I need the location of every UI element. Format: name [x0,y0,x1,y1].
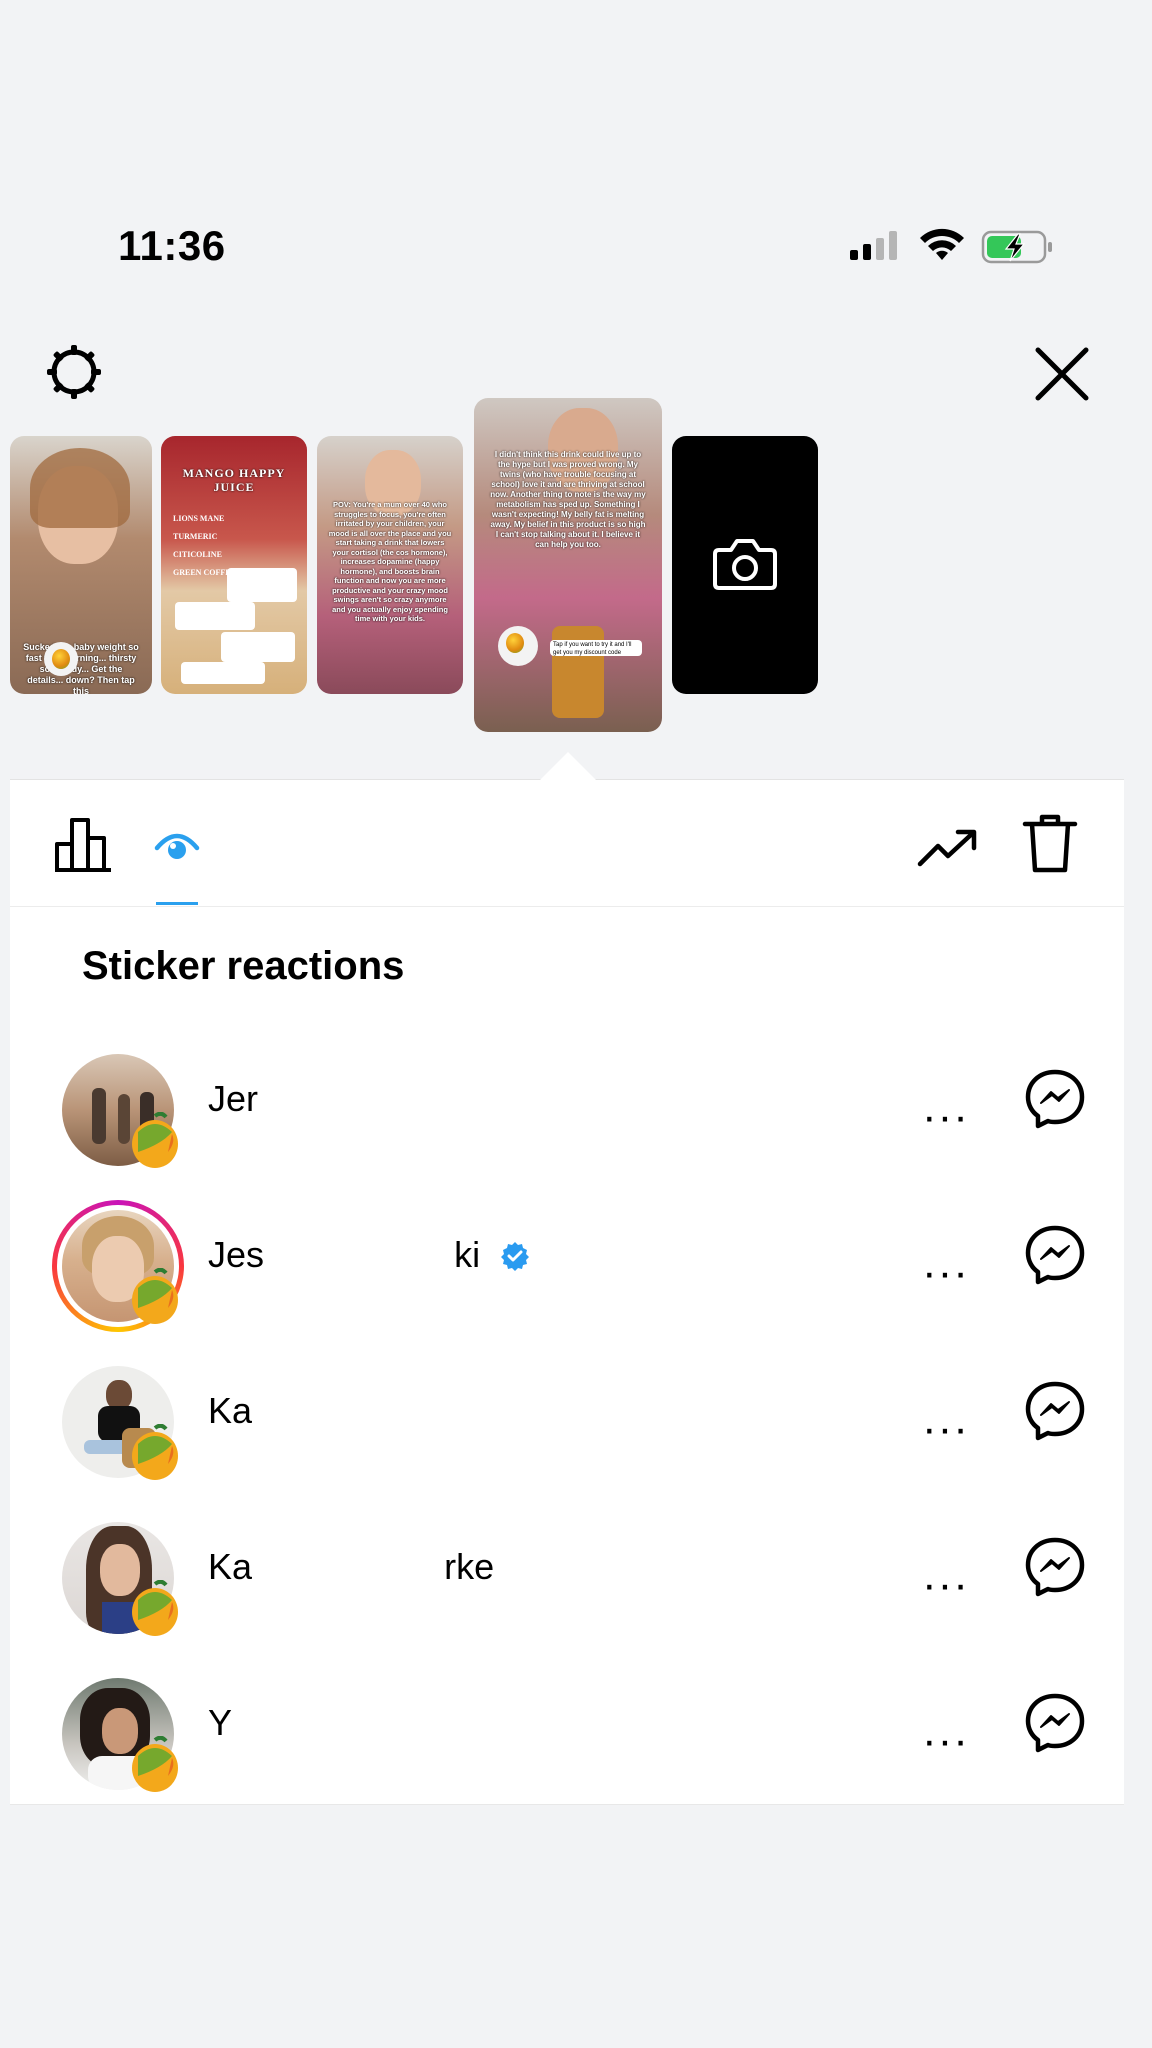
messenger-icon [1025,1225,1085,1285]
mango-icon [132,1268,178,1324]
mango-icon [132,1424,178,1480]
thumbnail-caption: POV: You're a mum over 40 who struggles … [328,500,452,623]
thumbnail-comment [181,662,265,684]
story-thumbnail[interactable]: Sucked the baby weight so fast this morn… [10,436,152,694]
user-name: Jessica Kowalski [208,1234,530,1276]
story-thumbnail-selected[interactable]: I didn't think this drink could live up … [474,398,662,732]
gear-icon [47,345,101,399]
viewers-tab[interactable] [152,826,202,871]
messenger-icon [1025,1381,1085,1441]
reaction-row[interactable]: Jessica Kowalski ··· [10,1200,1124,1356]
avatar[interactable] [52,1200,184,1332]
trash-icon [1022,814,1078,873]
message-button[interactable] [1024,1224,1086,1291]
user-name: YANNO [208,1702,337,1744]
trending-up-icon [917,829,977,867]
message-button[interactable] [1024,1692,1086,1759]
add-story-camera[interactable] [672,436,818,694]
more-options-button[interactable]: ··· [922,1716,969,1766]
messenger-icon [1025,1537,1085,1597]
status-time: 11:36 [118,222,226,269]
avatar[interactable] [52,1356,178,1482]
story-thumbnail[interactable]: MANGO HAPPY JUICE LIONS MANE TURMERIC CI… [161,436,307,694]
boost-button[interactable] [916,826,980,875]
user-name: Kassandra Clarke [208,1546,495,1588]
mango-icon [132,1112,178,1168]
section-title: Sticker reactions [82,944,405,988]
more-options-button[interactable]: ··· [922,1248,969,1298]
avatar[interactable] [52,1044,178,1170]
thumbnail-comment [175,602,255,630]
divider [10,906,1124,907]
mango-icon [132,1736,178,1792]
story-thumbnail[interactable]: POV: You're a mum over 40 who struggles … [317,436,463,694]
close-icon [1035,347,1089,401]
settings-button[interactable] [42,340,106,409]
thumbnail-caption: Sucked the baby weight so fast this morn… [23,642,139,694]
user-name: Karen Marley [208,1390,423,1432]
close-button[interactable] [1032,344,1092,409]
mango-icon [498,626,538,666]
user-name: Jernnifer Farrell [208,1078,461,1120]
thumbnail-caption: I didn't think this drink could live up … [490,450,646,549]
more-options-button[interactable]: ··· [922,1560,969,1610]
avatar[interactable] [52,1668,178,1794]
insights-tab[interactable] [52,814,114,879]
reaction-row[interactable]: Jernnifer Farrell ··· [10,1044,1124,1200]
bar-chart-icon [55,818,111,872]
message-button[interactable] [1024,1068,1086,1135]
thumbnail-hair [30,448,130,528]
reaction-row[interactable]: Karen Marley ··· [10,1356,1124,1512]
wifi-icon [920,228,964,260]
message-button[interactable] [1024,1536,1086,1603]
divider [10,1804,1124,1805]
selection-caret [538,752,598,782]
messenger-icon [1025,1693,1085,1753]
message-button[interactable] [1024,1380,1086,1447]
messenger-icon [1025,1069,1085,1129]
camera-icon [713,539,777,590]
thumbnail-comment [227,568,297,602]
more-options-button[interactable]: ··· [922,1092,969,1142]
cellular-signal-icon [850,231,897,260]
thumbnail-caption: MANGO HAPPY JUICE [182,466,286,494]
thumbnail-link-button: Tap if you want to try it and I'll get y… [550,640,642,656]
more-options-button[interactable]: ··· [922,1404,969,1454]
battery-icon [981,230,1052,264]
eye-icon [154,833,200,859]
mango-icon [44,642,78,676]
mango-icon [132,1580,178,1636]
avatar[interactable] [52,1512,178,1638]
status-icons [850,228,1060,268]
verified-badge-icon [501,1242,530,1271]
thumbnail-comment [221,632,295,662]
reaction-row[interactable]: YANNO ··· [10,1668,1124,1824]
reaction-row[interactable]: Kassandra Clarke ··· [10,1512,1124,1668]
active-tab-indicator [156,902,198,905]
delete-button[interactable] [1020,812,1080,881]
